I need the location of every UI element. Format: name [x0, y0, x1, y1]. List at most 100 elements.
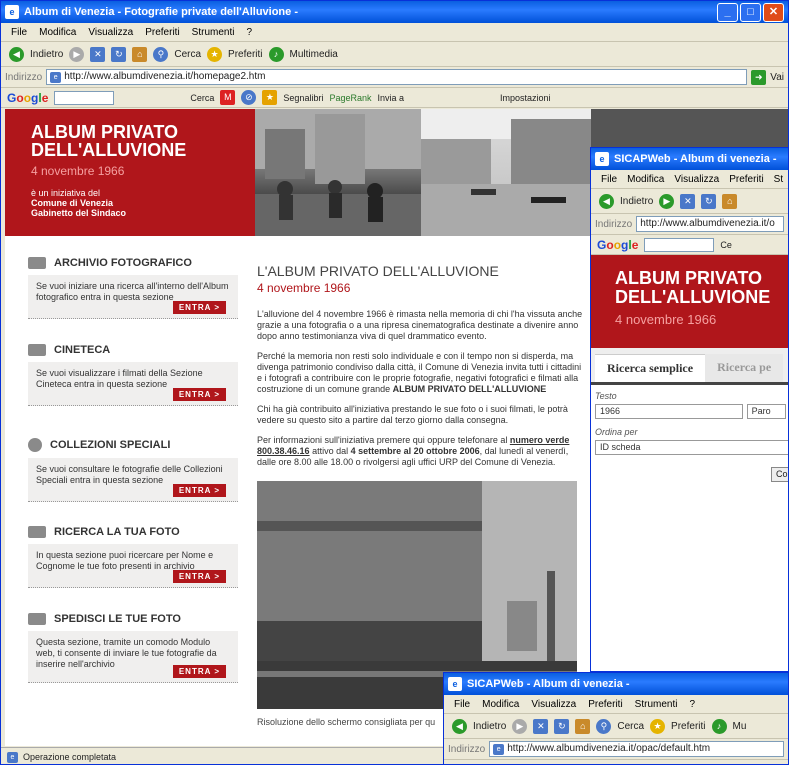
popup1-menu-visualizza[interactable]: Visualizza: [674, 174, 719, 185]
popup1-submit-button[interactable]: Con: [771, 467, 788, 482]
testo-input[interactable]: 1966: [595, 404, 743, 419]
collezioni-entra-button[interactable]: ENTRA >: [172, 484, 226, 497]
ordina-select[interactable]: ID scheda: [595, 440, 788, 455]
popup2-multimedia-button[interactable]: Mu: [733, 721, 747, 732]
popup2-search-button[interactable]: Cerca: [617, 721, 644, 732]
popup1-content: ALBUM PRIVATO DELL'ALLUVIONE 4 novembre …: [591, 255, 788, 671]
popup2-menu-help[interactable]: ?: [689, 699, 695, 710]
bookmarks-button[interactable]: Segnalibri: [283, 93, 323, 103]
sections-column: ARCHIVIO FOTOGRAFICO Se vuoi iniziare un…: [28, 257, 238, 703]
popup1-google-search[interactable]: Ce: [720, 240, 732, 250]
google-search-button[interactable]: Cerca: [190, 93, 214, 103]
popup1-title-bar[interactable]: e SICAPWeb - Album di venezia -: [591, 148, 788, 170]
google-search-input[interactable]: [54, 90, 115, 105]
send-button[interactable]: Invia a: [377, 93, 404, 103]
close-button[interactable]: ✕: [763, 2, 784, 22]
popup2-menu-bar: File Modifica Visualizza Preferiti Strum…: [444, 695, 788, 714]
popup2-menu-strumenti[interactable]: Strumenti: [635, 699, 678, 710]
section-collezioni-title[interactable]: COLLEZIONI SPECIALI: [50, 439, 170, 451]
popup2-menu-modifica[interactable]: Modifica: [482, 699, 519, 710]
popup1-menu-preferiti[interactable]: Preferiti: [729, 174, 763, 185]
section-spedisci-title[interactable]: SPEDISCI LE TUE FOTO: [54, 613, 181, 625]
minimize-button[interactable]: _: [717, 2, 738, 22]
menu-visualizza[interactable]: Visualizza: [88, 27, 133, 38]
refresh-icon[interactable]: ↻: [111, 46, 127, 62]
main-title-bar[interactable]: e Album di Venezia - Fotografie private …: [1, 1, 788, 23]
section-archivio-title[interactable]: ARCHIVIO FOTOGRAFICO: [54, 257, 192, 269]
tab-ricerca-semplice[interactable]: Ricerca semplice: [595, 354, 706, 382]
go-button[interactable]: Vai: [770, 72, 784, 83]
spedisci-entra-button[interactable]: ENTRA >: [172, 665, 226, 678]
popup1-refresh-icon[interactable]: ↻: [701, 193, 717, 209]
popup1-menu-modifica[interactable]: Modifica: [627, 174, 664, 185]
settings-button[interactable]: Impostazioni: [500, 93, 551, 103]
article-date: 4 novembre 1966: [257, 281, 351, 295]
popup2-menu-file[interactable]: File: [454, 699, 470, 710]
site-header-left: ALBUM PRIVATO DELL'ALLUVIONE 4 novembre …: [5, 109, 255, 236]
main-window-title: Album di Venezia - Fotografie private de…: [24, 6, 298, 18]
parole-select[interactable]: Paro: [746, 404, 786, 419]
back-arrow-icon[interactable]: ◀: [9, 46, 24, 62]
popup1-menu-strumenti[interactable]: St: [774, 174, 783, 185]
cineteca-entra-button[interactable]: ENTRA >: [172, 388, 226, 401]
popup1-home-icon[interactable]: ⌂: [722, 193, 738, 209]
popup1-address-input[interactable]: http://www.albumdivenezia.it/o: [636, 216, 784, 232]
popup2-title-bar[interactable]: e SICAPWeb - Album di venezia -: [444, 673, 788, 695]
popup2-home-icon[interactable]: ⌂: [575, 718, 591, 734]
send-photo-icon: [28, 613, 46, 625]
stop-icon[interactable]: ✕: [90, 46, 106, 62]
google-logo: Google: [7, 90, 49, 105]
popup2-address-bar: Indirizzo e http://www.albumdivenezia.it…: [444, 739, 788, 760]
popup2-refresh-icon[interactable]: ↻: [554, 718, 570, 734]
block-icon[interactable]: ⊘: [241, 90, 257, 105]
forward-arrow-icon[interactable]: ▶: [69, 46, 85, 62]
popup1-menu-file[interactable]: File: [601, 174, 617, 185]
home-icon[interactable]: ⌂: [132, 46, 148, 62]
popup1-google-input[interactable]: [644, 237, 715, 252]
gmail-icon[interactable]: M: [220, 90, 236, 105]
google-toolbar: Google Cerca M ⊘ ★ Segnalibri PageRank I…: [1, 88, 788, 108]
menu-help[interactable]: ?: [246, 27, 252, 38]
film-reel-icon: [28, 438, 42, 452]
bookmarks-star-icon: ★: [262, 90, 278, 105]
address-input[interactable]: e http://www.albumdivenezia.it/homepage2…: [46, 69, 748, 85]
popup2-menu-preferiti[interactable]: Preferiti: [588, 699, 622, 710]
popup1-back-arrow-icon[interactable]: ◀: [599, 193, 614, 209]
popup2-menu-visualizza[interactable]: Visualizza: [531, 699, 576, 710]
film-camera-icon: [28, 344, 46, 356]
popup1-google-logo: Google: [597, 237, 639, 252]
multimedia-button[interactable]: Multimedia: [290, 49, 338, 60]
section-collezioni-box: Se vuoi consultare le fotografie delle C…: [28, 458, 238, 502]
popup2-forward-arrow-icon[interactable]: ▶: [512, 718, 528, 734]
sicapweb-window-2: e SICAPWeb - Album di venezia - File Mod…: [443, 672, 789, 765]
archivio-entra-button[interactable]: ENTRA >: [172, 301, 226, 314]
maximize-button[interactable]: □: [740, 2, 761, 22]
popup2-back-button[interactable]: Indietro: [473, 721, 506, 732]
popup2-address-input[interactable]: e http://www.albumdivenezia.it/opac/defa…: [489, 741, 784, 757]
popup2-ie-icon: e: [448, 677, 462, 691]
popup2-multimedia-icon: ♪: [711, 718, 727, 734]
initiative-org: Comune di Venezia: [31, 198, 114, 208]
ricerca-entra-button[interactable]: ENTRA >: [172, 570, 226, 583]
popup1-back-button[interactable]: Indietro: [620, 196, 653, 207]
camera-icon: [28, 257, 46, 269]
tab-ricerca-avanzata[interactable]: Ricerca pe: [705, 354, 784, 382]
search-button[interactable]: Cerca: [174, 49, 201, 60]
back-button[interactable]: Indietro: [30, 49, 63, 60]
site-title-line2: DELL'ALLUVIONE: [31, 140, 187, 160]
site-header-date: 4 novembre 1966: [31, 164, 125, 178]
popup2-back-arrow-icon[interactable]: ◀: [452, 718, 467, 734]
go-arrow-icon[interactable]: ➜: [751, 69, 767, 85]
menu-strumenti[interactable]: Strumenti: [192, 27, 235, 38]
popup1-stop-icon[interactable]: ✕: [680, 193, 696, 209]
favorites-button[interactable]: Preferiti: [228, 49, 262, 60]
section-cineteca-title[interactable]: CINETECA: [54, 344, 110, 356]
menu-file[interactable]: File: [11, 27, 27, 38]
popup1-forward-arrow-icon[interactable]: ▶: [659, 193, 675, 209]
popup2-favorites-button[interactable]: Preferiti: [671, 721, 705, 732]
section-ricerca-title[interactable]: RICERCA LA TUA FOTO: [54, 526, 180, 538]
popup2-stop-icon[interactable]: ✕: [533, 718, 549, 734]
header-photo-piazza-svg: [421, 109, 591, 236]
menu-preferiti[interactable]: Preferiti: [145, 27, 179, 38]
menu-modifica[interactable]: Modifica: [39, 27, 76, 38]
